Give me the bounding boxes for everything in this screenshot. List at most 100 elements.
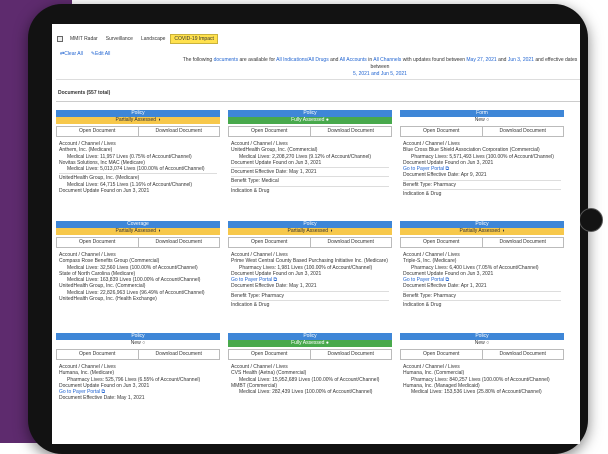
card-detail-line: Pharmacy Lives: 5,571,493 Lives (100.00%… xyxy=(411,153,554,160)
document-card: Policy Partially Assessed ◑ Open Document D… xyxy=(56,110,220,222)
download-document-button[interactable]: Download Document xyxy=(483,238,564,247)
card-detail-line: Document Effective Date: Apr 9, 2021 xyxy=(403,172,487,179)
card-detail-line: Pharmacy Lives: 525,796 Lives (6.55% of … xyxy=(67,376,201,383)
divider xyxy=(56,79,580,80)
results-notice: The following documents are available fo… xyxy=(180,57,580,78)
card-type-header: Policy xyxy=(56,110,220,117)
assessment-status-badge: Fully Assessed ● xyxy=(228,340,392,347)
card-detail-line: Benefit Type: Pharmacy xyxy=(403,292,456,299)
tab-radio-icon xyxy=(57,36,63,42)
card-detail-line: UnitedHealth Group, Inc. (Health Exchang… xyxy=(59,296,157,303)
open-document-button[interactable]: Open Document xyxy=(57,127,139,136)
download-document-button[interactable]: Download Document xyxy=(483,350,564,359)
card-type-header: Policy xyxy=(228,110,392,117)
open-document-button[interactable]: Open Document xyxy=(229,350,311,359)
card-body: Account / Channel / Lives CVS Health (Aet… xyxy=(228,360,392,395)
card-divider xyxy=(403,179,561,181)
card-divider xyxy=(231,300,389,302)
card-detail-line: Document Effective Date: Apr 1, 2021 xyxy=(403,283,487,290)
accounts-link[interactable]: All Accounts xyxy=(340,57,367,63)
card-divider xyxy=(59,173,217,175)
card-divider xyxy=(231,185,389,187)
tab-surveillance[interactable]: Surveillance xyxy=(103,35,136,43)
card-body: Account / Channel / Lives Compass Rose Be… xyxy=(56,248,220,302)
open-document-button[interactable]: Open Document xyxy=(57,350,139,359)
home-button[interactable] xyxy=(579,208,603,232)
card-detail-line: Benefit Type: Pharmacy xyxy=(231,292,284,299)
card-actions: Open Document Download Document xyxy=(400,126,564,137)
open-document-button[interactable]: Open Document xyxy=(229,127,311,136)
document-card: Coverage Partially Assessed ◑ Open Documen… xyxy=(56,221,220,333)
assessment-status-badge: Partially Assessed ◑ xyxy=(400,228,564,235)
card-actions: Open Document Download Document xyxy=(228,237,392,248)
clear-all-link[interactable]: ⇄Clear All xyxy=(60,51,83,57)
open-document-button[interactable]: Open Document xyxy=(401,127,483,136)
tab-landscape[interactable]: Landscape xyxy=(138,35,168,43)
document-card: Policy New ○ Open Document Download Documen… xyxy=(400,333,564,444)
card-body: Account / Channel / Lives UnitedHealth Gr… xyxy=(228,137,392,194)
card-detail-line: Medical Lives: 2,208,270 Lives (9.12% of… xyxy=(239,153,372,160)
indications-link[interactable]: All Indications/All Drugs xyxy=(276,57,329,63)
documents-link[interactable]: documents xyxy=(214,57,238,63)
download-document-button[interactable]: Download Document xyxy=(139,350,220,359)
card-detail-line: Indication & Drug xyxy=(403,191,442,198)
open-document-button[interactable]: Open Document xyxy=(401,238,483,247)
document-card: Policy Partially Assessed ◑ Open Document D… xyxy=(400,221,564,333)
card-actions: Open Document Download Document xyxy=(400,349,564,360)
card-type-header: Form xyxy=(400,110,564,117)
notice-text: and xyxy=(498,57,507,63)
card-detail-line: Pharmacy Lives: 6,400 Lives (7.05% of Ac… xyxy=(411,264,539,271)
app-screen: MMIT Radar Surveillance Landscape COVID-… xyxy=(52,24,580,444)
open-document-button[interactable]: Open Document xyxy=(57,238,139,247)
top-tabs: MMIT Radar Surveillance Landscape COVID-… xyxy=(57,34,218,44)
document-card: Policy New ○ Open Document Download Documen… xyxy=(56,333,220,444)
date-link[interactable]: May 27, 2021 xyxy=(466,57,496,63)
download-document-button[interactable]: Download Document xyxy=(139,238,220,247)
card-body: Account / Channel / Lives Triple-S, Inc. … xyxy=(400,248,564,308)
channels-link[interactable]: All Channels xyxy=(373,57,401,63)
download-document-button[interactable]: Download Document xyxy=(311,350,392,359)
card-divider xyxy=(403,189,561,191)
card-detail-line: Medical Lives: 5,013,074 Lives (100.00% … xyxy=(67,166,205,173)
card-type-header: Policy xyxy=(228,333,392,340)
assessment-status-badge: Fully Assessed ● xyxy=(228,117,392,124)
card-actions: Open Document Download Document xyxy=(228,349,392,360)
card-detail-line: Benefit Type: Medical xyxy=(231,178,279,185)
date-range-link[interactable]: 5, 2021 and Jun 5, 2021 xyxy=(353,71,407,77)
card-type-header: Policy xyxy=(228,221,392,228)
card-divider xyxy=(231,290,389,292)
card-divider xyxy=(231,176,389,178)
open-document-button[interactable]: Open Document xyxy=(229,238,311,247)
assessment-status-badge: New ○ xyxy=(56,340,220,347)
download-document-button[interactable]: Download Document xyxy=(311,238,392,247)
assessment-status-badge: Partially Assessed ◑ xyxy=(56,117,220,124)
card-detail-line: Indication & Drug xyxy=(231,187,270,194)
card-body: Account / Channel / Lives Prime West Cent… xyxy=(228,248,392,308)
download-document-button[interactable]: Download Document xyxy=(483,127,564,136)
download-document-button[interactable]: Download Document xyxy=(311,127,392,136)
card-body: Account / Channel / Lives Blue Cross Blue… xyxy=(400,137,564,197)
notice-text: The following xyxy=(182,57,213,63)
card-detail-line: Pharmacy Lives: 1,981 Lives (100.00% of … xyxy=(239,264,373,271)
assessment-status-badge: New ○ xyxy=(400,340,564,347)
card-divider xyxy=(403,290,561,292)
card-body: Account / Channel / Lives Humana, Inc. (C… xyxy=(400,360,564,395)
tab-mmit-radar[interactable]: MMIT Radar xyxy=(67,35,101,43)
download-document-button[interactable]: Download Document xyxy=(139,127,220,136)
card-detail-line: Pharmacy Lives: 840,257 Lives (100.00% o… xyxy=(411,376,550,383)
open-document-button[interactable]: Open Document xyxy=(401,350,483,359)
divider xyxy=(56,101,580,102)
document-card: Form New ○ Open Document Download Document A… xyxy=(400,110,564,222)
tab-covid-impact[interactable]: COVID-19 Impact xyxy=(170,34,218,44)
date-link[interactable]: Jun 3, 2021 xyxy=(508,57,534,63)
card-detail-line: Document Effective Date: May 1, 2021 xyxy=(231,283,317,290)
card-detail-line: Document Update Found on Jun 3, 2021 xyxy=(231,159,322,166)
card-detail-line: Medical Lives: 282,439 Lives (100.00% of… xyxy=(239,389,373,396)
card-actions: Open Document Download Document xyxy=(56,349,220,360)
card-detail-line: Document Effective Date: May 1, 2021 xyxy=(59,395,145,402)
assessment-status-badge: Partially Assessed ◑ xyxy=(56,228,220,235)
card-type-header: Policy xyxy=(400,333,564,340)
edit-all-link[interactable]: ✎Edit All xyxy=(91,51,111,57)
card-detail-line: Benefit Type: Pharmacy xyxy=(403,181,456,188)
document-card: Policy Fully Assessed ● Open Document Downl… xyxy=(228,110,392,222)
